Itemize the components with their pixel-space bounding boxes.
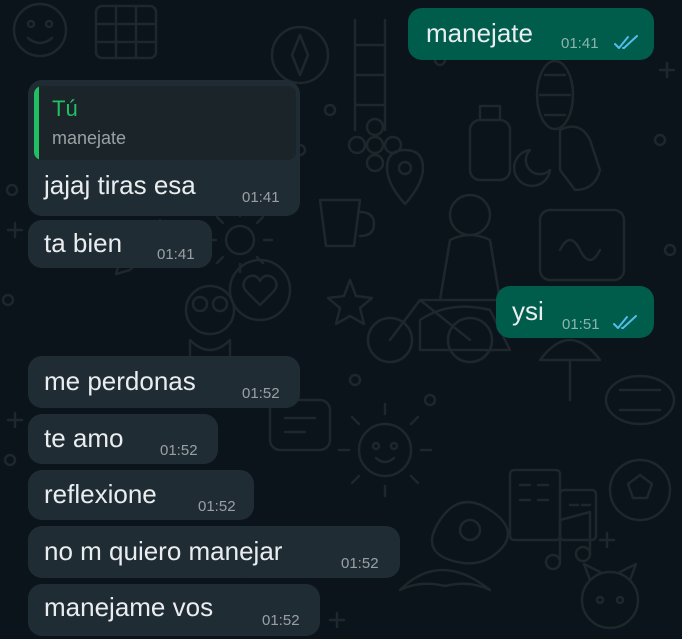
message-time: 01:52	[262, 612, 300, 629]
quoted-message[interactable]: Tú manejate	[34, 86, 296, 160]
quote-accent-bar	[34, 86, 39, 160]
message-time: 01:52	[198, 498, 236, 515]
message-bubble-incoming[interactable]: manejame vos 01:52	[28, 584, 320, 636]
message-text: me perdonas	[44, 366, 196, 396]
read-ticks-icon	[614, 35, 638, 49]
message-text: jajaj tiras esa	[44, 170, 196, 200]
message-bubble-outgoing[interactable]: ysi 01:51	[496, 286, 654, 338]
message-bubble-incoming[interactable]: ta bien 01:41	[28, 220, 212, 268]
message-time: 01:41	[561, 35, 599, 52]
quote-author: Tú	[52, 96, 78, 121]
message-time: 01:41	[242, 189, 280, 206]
message-text: te amo	[44, 423, 124, 453]
message-bubble-incoming[interactable]: no m quiero manejar 01:52	[28, 526, 400, 578]
message-text: manejame vos	[44, 592, 214, 622]
message-time: 01:52	[242, 385, 280, 402]
message-time: 01:41	[157, 246, 195, 263]
message-text: manejate	[426, 18, 533, 48]
message-bubble-incoming[interactable]: te amo 01:52	[28, 414, 218, 464]
message-text: ysi	[512, 296, 544, 326]
quote-text: manejate	[52, 128, 127, 148]
read-ticks-icon	[613, 315, 637, 329]
message-time: 01:52	[160, 442, 198, 459]
message-time: 01:51	[562, 316, 600, 333]
message-time: 01:52	[341, 555, 379, 572]
message-bubble-incoming-reply[interactable]: Tú manejate jajaj tiras esa 01:41	[28, 80, 300, 216]
message-bubble-incoming[interactable]: reflexione 01:52	[28, 470, 254, 520]
message-bubble-incoming[interactable]: me perdonas 01:52	[28, 356, 300, 408]
message-text: no m quiero manejar	[44, 536, 283, 566]
message-text: reflexione	[44, 479, 157, 509]
message-text: ta bien	[44, 228, 123, 258]
message-bubble-outgoing[interactable]: manejate 01:41	[408, 8, 654, 60]
